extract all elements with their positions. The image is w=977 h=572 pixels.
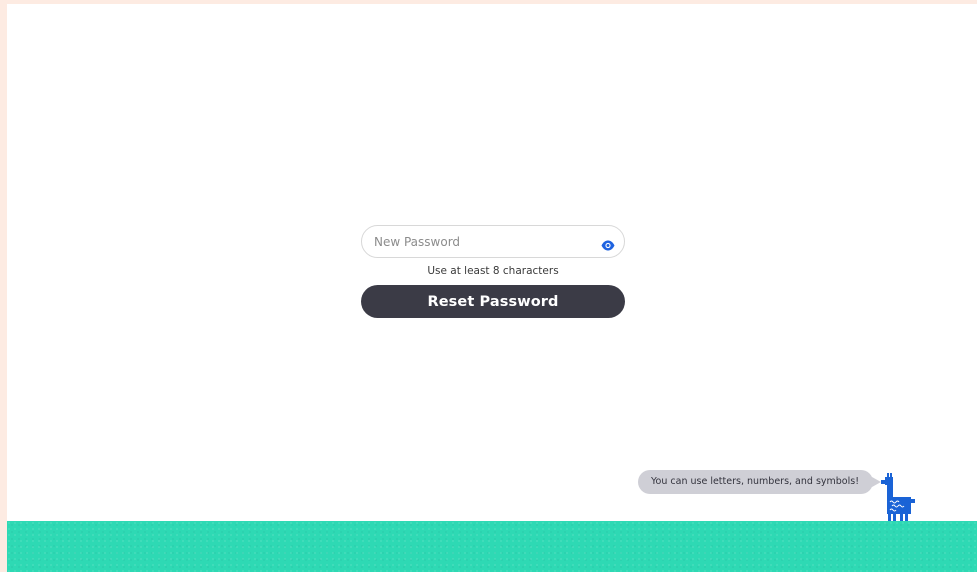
llama-icon: [879, 473, 915, 525]
eye-icon[interactable]: [601, 236, 615, 251]
password-hint: Use at least 8 characters: [427, 265, 559, 277]
mascot-speech-bubble: You can use letters, numbers, and symbol…: [638, 470, 882, 494]
mascot-speech-text: You can use letters, numbers, and symbol…: [651, 476, 860, 487]
reset-password-button[interactable]: Reset Password: [361, 285, 625, 318]
ground-strip: [7, 521, 977, 572]
reset-password-form: Use at least 8 characters Reset Password: [361, 225, 625, 318]
new-password-input[interactable]: [374, 226, 594, 257]
page: Use at least 8 characters Reset Password…: [7, 4, 977, 572]
password-field: [361, 225, 625, 258]
